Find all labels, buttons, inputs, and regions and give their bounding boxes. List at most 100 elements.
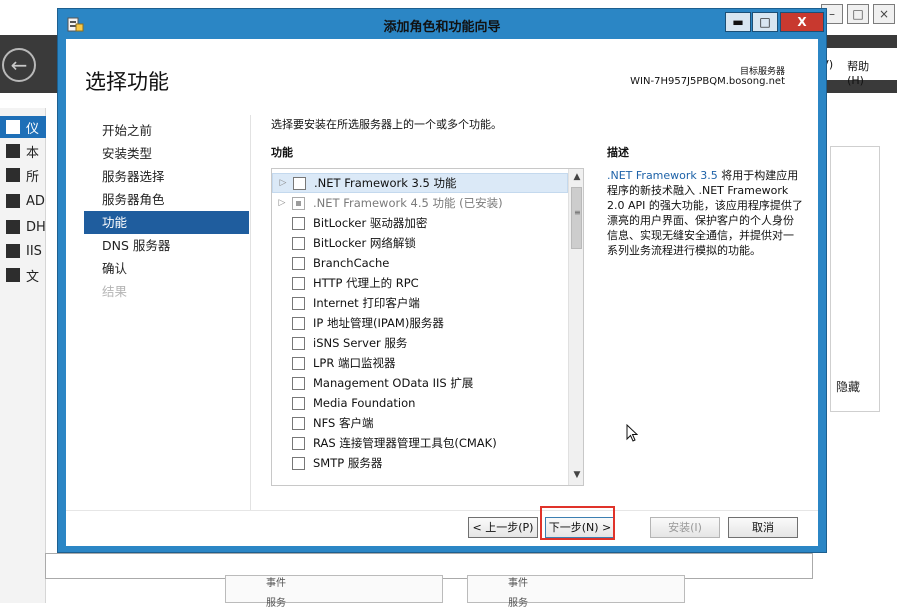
lower-label-services: 服务 [508, 598, 528, 609]
minimize-button[interactable]: ▬ [725, 12, 751, 32]
background-right-panel [830, 146, 880, 412]
lower-label-services: 服务 [266, 598, 286, 609]
wizard-title: 添加角色和功能向导 [383, 20, 501, 35]
feature-checkbox[interactable] [292, 376, 305, 390]
feature-rpc-over-http[interactable]: HTTP 代理上的 RPC [272, 273, 568, 293]
feature-label: SMTP 服务器 [313, 456, 383, 470]
feature-label: Internet 打印客户端 [313, 296, 420, 310]
sidebar-item-ad[interactable]: AD [0, 190, 46, 212]
feature-label: Management OData IIS 扩展 [313, 376, 474, 390]
menu-help[interactable]: 帮助(H) [847, 58, 883, 87]
feature-checkbox[interactable] [292, 276, 305, 290]
features-scrollbar[interactable]: ▲ ≡ ▼ [568, 169, 583, 485]
feature-label: HTTP 代理上的 RPC [313, 276, 419, 290]
feature-isns[interactable]: iSNS Server 服务 [272, 333, 568, 353]
sidebar-item-dhcp[interactable]: DH [0, 216, 46, 238]
feature-checkbox[interactable] [292, 256, 305, 270]
feature-label: IP 地址管理(IPAM)服务器 [313, 316, 444, 330]
feature-lpr-port-monitor[interactable]: LPR 端口监视器 [272, 353, 568, 373]
feature-label: Media Foundation [313, 396, 416, 410]
feature-net35[interactable]: ▷ .NET Framework 3.5 功能 [272, 173, 568, 193]
wizard-client-area: 选择功能 目标服务器 WIN-7H957J5PBQM.bosong.net 开始… [66, 39, 818, 546]
feature-net45[interactable]: ▷ .NET Framework 4.5 功能 (已安装) [272, 193, 568, 213]
grip-icon: ≡ [574, 208, 581, 217]
sidebar-item-local-server[interactable]: 本 [0, 140, 46, 162]
previous-button[interactable]: < 上一步(P) [468, 517, 538, 538]
sidebar-item-dashboard[interactable]: 仪 [0, 116, 46, 138]
feature-ipam[interactable]: IP 地址管理(IPAM)服务器 [272, 313, 568, 333]
step-server-selection[interactable]: 服务器选择 [84, 165, 249, 188]
feature-odata-iis[interactable]: Management OData IIS 扩展 [272, 373, 568, 393]
sidebar-item-label: 本 [26, 145, 40, 161]
expand-arrow-icon[interactable]: ▷ [273, 178, 293, 188]
description-body: 将用于构建应用程序的新技术融入 .NET Framework 2.0 API 的… [607, 169, 803, 257]
feature-checkbox[interactable] [292, 456, 305, 470]
feature-label: BranchCache [313, 256, 390, 270]
feature-checkbox[interactable] [292, 336, 305, 350]
feature-checkbox[interactable] [292, 416, 305, 430]
feature-nfs-client[interactable]: NFS 客户端 [272, 413, 568, 433]
close-button[interactable]: X [780, 12, 824, 32]
sidebar-item-label: IIS [26, 243, 42, 259]
description-header: 描述 [607, 146, 629, 159]
feature-checkbox[interactable] [292, 316, 305, 330]
lower-label-events: 事件 [266, 578, 286, 589]
description-link[interactable]: .NET Framework 3.5 [607, 169, 718, 182]
step-results: 结果 [102, 284, 128, 299]
feature-checkbox[interactable] [293, 176, 306, 190]
step-server-roles[interactable]: 服务器角色 [84, 188, 249, 211]
step-installation-type[interactable]: 安装类型 [84, 142, 249, 165]
wizard-title-bar[interactable]: 添加角色和功能向导 ▬ □ X [58, 9, 826, 39]
feature-checkbox[interactable] [292, 236, 305, 250]
feature-label: RAS 连接管理器管理工具包(CMAK) [313, 436, 497, 450]
feature-bitlocker-network[interactable]: BitLocker 网络解锁 [272, 233, 568, 253]
cancel-button[interactable]: 取消 [728, 517, 798, 538]
scroll-down-icon[interactable]: ▼ [569, 467, 583, 483]
sidebar-item-iis[interactable]: IIS [0, 240, 46, 262]
sidebar-item-files[interactable]: 文 [0, 264, 46, 286]
feature-branchcache[interactable]: BranchCache [272, 253, 568, 273]
bg-close-button[interactable]: × [873, 4, 895, 24]
sidebar-item-label: DH [26, 219, 46, 235]
feature-smtp-server[interactable]: SMTP 服务器 [272, 453, 568, 473]
feature-checkbox[interactable] [292, 296, 305, 310]
maximize-button[interactable]: □ [752, 12, 778, 32]
feature-label: BitLocker 驱动器加密 [313, 216, 428, 230]
server-icon [6, 144, 20, 158]
sidebar-item-label: 所 [26, 169, 40, 185]
scroll-up-icon[interactable]: ▲ [569, 169, 583, 185]
feature-checkbox[interactable] [292, 436, 305, 450]
feature-checkbox[interactable] [292, 396, 305, 410]
next-button-highlight [540, 506, 615, 540]
install-button: 安装(I) [650, 517, 720, 538]
step-before-you-begin[interactable]: 开始之前 [84, 119, 249, 142]
feature-checkbox[interactable] [292, 216, 305, 230]
feature-bitlocker-drive[interactable]: BitLocker 驱动器加密 [272, 213, 568, 233]
feature-checkbox[interactable] [292, 196, 305, 210]
back-arrow-icon[interactable]: ← [2, 48, 36, 82]
expand-arrow-icon[interactable]: ▷ [272, 198, 292, 208]
destination-server-name: WIN-7H957J5PBQM.bosong.net [630, 76, 785, 87]
feature-media-foundation[interactable]: Media Foundation [272, 393, 568, 413]
step-confirmation[interactable]: 确认 [84, 257, 249, 280]
feature-label: iSNS Server 服务 [313, 336, 408, 350]
feature-internet-print-client[interactable]: Internet 打印客户端 [272, 293, 568, 313]
feature-checkbox[interactable] [292, 356, 305, 370]
mouse-cursor-icon [626, 424, 638, 442]
sidebar-item-all-servers[interactable]: 所 [0, 164, 46, 186]
wizard-steps-nav: 开始之前 安装类型 服务器选择 服务器角色 功能 DNS 服务器 确认 结果 [84, 119, 249, 303]
page-title: 选择功能 [85, 70, 169, 94]
features-list[interactable]: ▷ .NET Framework 3.5 功能 ▷ .NET Framework… [271, 168, 584, 486]
bottom-divider [66, 510, 818, 511]
feature-label: NFS 客户端 [313, 416, 374, 430]
step-dns-server[interactable]: DNS 服务器 [84, 234, 249, 257]
background-menu-bar: (V) 帮助(H) [817, 48, 897, 87]
ad-icon [6, 194, 20, 208]
hide-link[interactable]: 隐藏 [836, 378, 860, 395]
background-window-controls: – □ × [821, 4, 895, 24]
step-features[interactable]: 功能 [84, 211, 249, 234]
feature-ras-cmak[interactable]: RAS 连接管理器管理工具包(CMAK) [272, 433, 568, 453]
background-lower-panel-left: 事件 服务 [225, 575, 443, 609]
bg-restore-button[interactable]: □ [847, 4, 869, 24]
scroll-thumb[interactable]: ≡ [571, 187, 582, 249]
